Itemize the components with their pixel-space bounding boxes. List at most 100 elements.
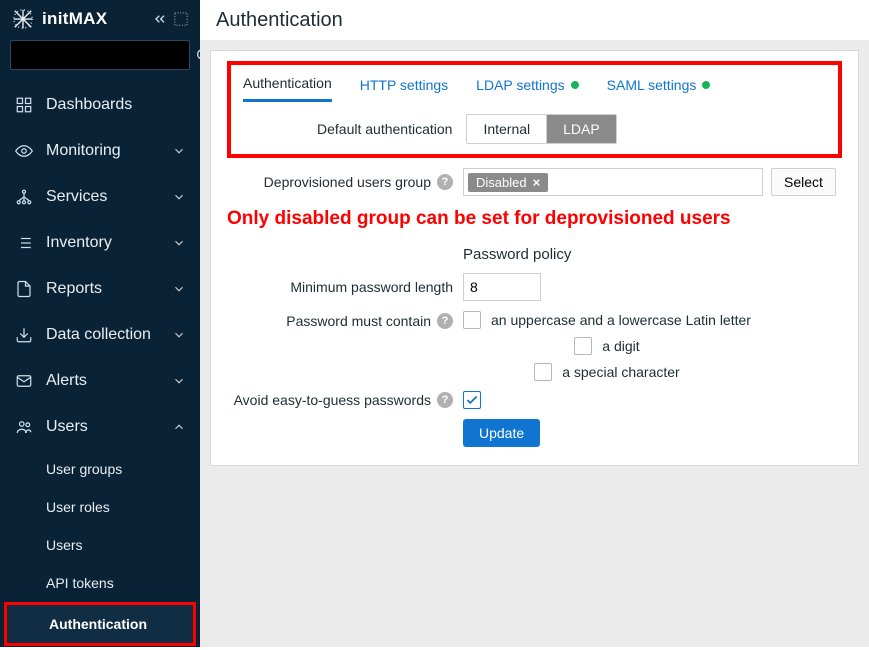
chevron-up-icon [172, 420, 186, 434]
tab-label: HTTP settings [360, 77, 448, 93]
mail-icon [14, 372, 34, 390]
sidebar-item-services[interactable]: Services [0, 174, 200, 220]
row-field [463, 391, 481, 409]
sidebar-sub-label: User roles [46, 499, 110, 515]
chip-disabled-group: Disabled × [468, 173, 548, 192]
search-input[interactable] [19, 48, 195, 63]
sidebar-header: initMAX [0, 0, 200, 34]
services-icon [14, 188, 34, 206]
update-button[interactable]: Update [463, 419, 540, 447]
sidebar: initMAX [0, 0, 200, 647]
row-password-must-contain: Password must contain ? an uppercase and… [227, 311, 842, 381]
row-label: Password must contain ? [227, 311, 453, 329]
check-special-char[interactable]: a special character [534, 363, 680, 381]
tab-authentication[interactable]: Authentication [243, 75, 332, 102]
default-auth-label: Default authentication [317, 121, 452, 137]
default-auth-option-internal[interactable]: Internal [467, 115, 547, 143]
annotation-box-tabs: Authentication HTTP settings LDAP settin… [227, 61, 842, 158]
sidebar-collapse-button[interactable] [152, 11, 188, 27]
chip-label: Disabled [476, 175, 527, 190]
chip-remove-icon[interactable]: × [533, 175, 541, 190]
row-label: Deprovisioned users group ? [227, 174, 453, 190]
row-avoid-easy-passwords: Avoid easy-to-guess passwords ? [227, 391, 842, 409]
label-text: Deprovisioned users group [264, 174, 431, 190]
chevron-down-icon [172, 328, 186, 342]
tab-label: LDAP settings [476, 77, 564, 93]
chevron-down-icon [172, 144, 186, 158]
sidebar-sub-authentication[interactable]: Authentication [7, 605, 193, 643]
select-group-button[interactable]: Select [771, 168, 836, 196]
sidebar-item-dashboards[interactable]: Dashboards [0, 82, 200, 128]
tab-ldap-settings[interactable]: LDAP settings [476, 77, 578, 101]
eye-icon [14, 142, 34, 160]
sidebar-sub-label: Users [46, 537, 83, 553]
sidebar-sub-label: Authentication [49, 616, 147, 632]
row-field [463, 273, 541, 301]
checkbox[interactable] [463, 311, 481, 329]
deprovisioned-group-input[interactable]: Disabled × [463, 168, 763, 196]
sidebar-item-users[interactable]: Users [0, 404, 200, 450]
sidebar-item-label: Users [46, 418, 88, 436]
row-label: Minimum password length [227, 279, 453, 295]
brand-logo-icon [12, 8, 34, 30]
page-header: Authentication [200, 0, 869, 40]
tab-saml-settings[interactable]: SAML settings [607, 77, 711, 101]
status-dot-icon [702, 81, 710, 89]
annotation-text: Only disabled group can be set for depro… [227, 208, 842, 230]
sidebar-sub-user-roles[interactable]: User roles [0, 488, 200, 526]
form: Deprovisioned users group ? Disabled × S… [227, 168, 842, 447]
row-submit: Update [227, 419, 842, 447]
row-label: Avoid easy-to-guess passwords ? [227, 392, 453, 408]
sidebar-item-inventory[interactable]: Inventory [0, 220, 200, 266]
sidebar-sub-label: API tokens [46, 575, 114, 591]
min-password-length-input[interactable] [463, 273, 541, 301]
row-field: Disabled × Select [463, 168, 836, 196]
help-icon[interactable]: ? [437, 392, 453, 408]
sidebar-item-label: Services [46, 188, 107, 206]
main: Authentication Authentication HTTP setti… [200, 0, 869, 647]
default-auth-segmented: Internal LDAP [466, 114, 616, 144]
tabs: Authentication HTTP settings LDAP settin… [237, 69, 832, 102]
label-text: Avoid easy-to-guess passwords [234, 392, 431, 408]
sidebar-sub-label: User groups [46, 461, 122, 477]
sidebar-sub-api-tokens[interactable]: API tokens [0, 564, 200, 602]
check-digit[interactable]: a digit [574, 337, 639, 355]
sidebar-item-monitoring[interactable]: Monitoring [0, 128, 200, 174]
chevron-double-left-icon [152, 11, 168, 27]
help-icon[interactable]: ? [437, 174, 453, 190]
sidebar-sub-user-groups[interactable]: User groups [0, 450, 200, 488]
sidebar-item-alerts[interactable]: Alerts [0, 358, 200, 404]
label-text: Minimum password length [290, 279, 453, 295]
sidebar-search[interactable] [10, 40, 190, 70]
sidebar-nav: Dashboards Monitoring Services [0, 78, 200, 650]
brand-name: initMAX [42, 9, 107, 29]
tab-label: SAML settings [607, 77, 697, 93]
tab-http-settings[interactable]: HTTP settings [360, 77, 448, 101]
button-label: Update [479, 425, 524, 441]
chevron-down-icon [172, 282, 186, 296]
page-title: Authentication [216, 9, 343, 32]
sidebar-item-label: Alerts [46, 372, 87, 390]
dotted-square-icon [174, 12, 188, 26]
chevron-down-icon [172, 190, 186, 204]
help-icon[interactable]: ? [437, 313, 453, 329]
download-icon [14, 326, 34, 344]
checkbox[interactable] [534, 363, 552, 381]
chevron-down-icon [172, 236, 186, 250]
tab-label: Authentication [243, 75, 332, 91]
file-icon [14, 280, 34, 298]
sidebar-sub-users[interactable]: Users [0, 526, 200, 564]
default-auth-option-ldap[interactable]: LDAP [547, 115, 616, 143]
default-auth-row: Default authentication Internal LDAP [237, 114, 832, 144]
users-submenu: User groups User roles Users API tokens … [0, 450, 200, 650]
sidebar-item-data-collection[interactable]: Data collection [0, 312, 200, 358]
sidebar-item-label: Reports [46, 280, 102, 298]
row-min-password-length: Minimum password length [227, 273, 842, 301]
sidebar-item-label: Monitoring [46, 142, 121, 160]
checkbox-avoid-easy[interactable] [463, 391, 481, 409]
sidebar-item-reports[interactable]: Reports [0, 266, 200, 312]
checkbox[interactable] [574, 337, 592, 355]
check-uppercase-lowercase[interactable]: an uppercase and a lowercase Latin lette… [463, 311, 751, 329]
users-icon [14, 418, 34, 436]
password-policy-title: Password policy [463, 246, 571, 263]
